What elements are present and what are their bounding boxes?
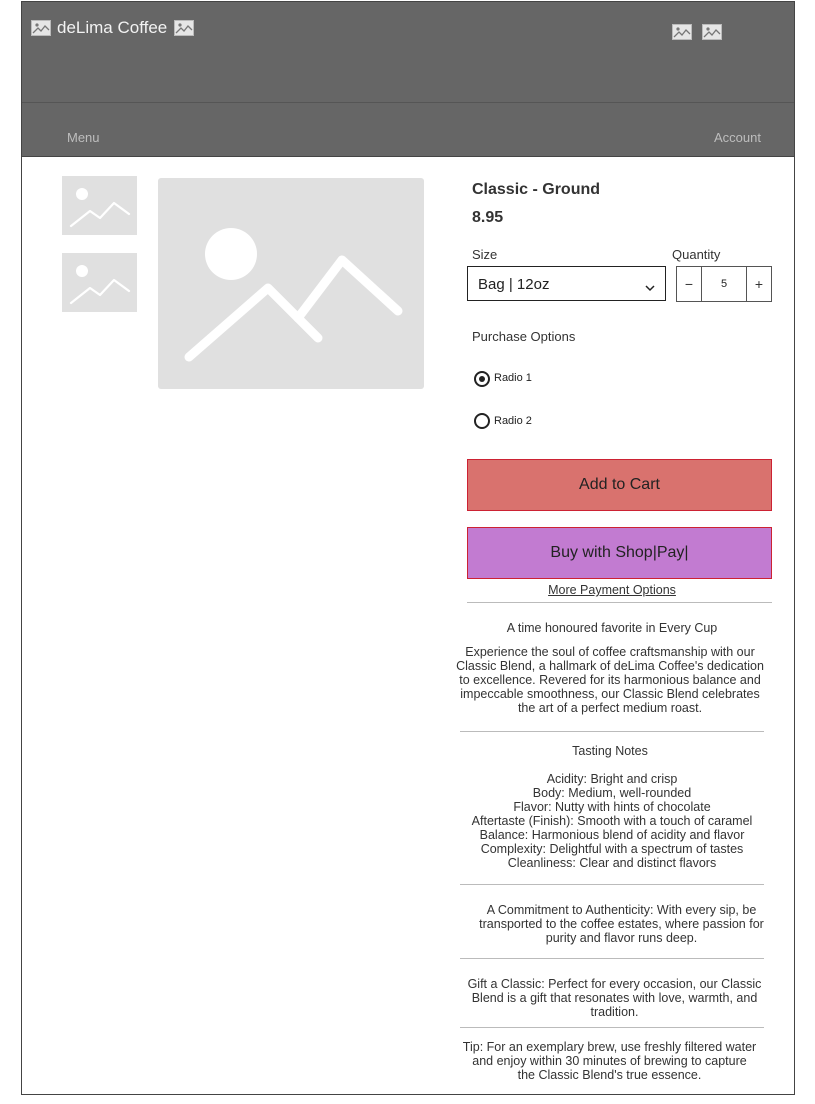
tasting-note: Flavor: Nutty with hints of chocolate	[513, 800, 711, 814]
product-thumbnail[interactable]	[62, 176, 137, 235]
shop-pay-button[interactable]: Buy with Shop|Pay|	[467, 527, 772, 579]
divider	[460, 731, 764, 732]
image-placeholder-icon[interactable]	[672, 24, 692, 40]
tasting-notes-list: Acidity: Bright and crisp Body: Medium, …	[452, 772, 772, 870]
radio-option-2[interactable]	[474, 413, 490, 429]
image-placeholder-icon	[174, 20, 194, 36]
quantity-stepper[interactable]: − 5 +	[676, 266, 772, 302]
radio-option-2-label[interactable]: Radio 2	[494, 415, 532, 427]
divider	[460, 884, 764, 885]
tasting-notes-title: Tasting Notes	[572, 744, 648, 758]
tasting-note: Acidity: Bright and crisp	[546, 772, 678, 786]
nav-bar: Menu Account	[22, 103, 794, 157]
increment-button[interactable]: +	[746, 267, 771, 301]
size-select[interactable]: Bag | 12oz	[467, 266, 666, 301]
description-intro: Experience the soul of coffee craftsmans…	[456, 645, 764, 715]
decrement-button[interactable]: −	[677, 267, 702, 301]
radio-option-1-label[interactable]: Radio 1	[494, 372, 532, 384]
product-price: 8.95	[472, 209, 504, 226]
add-to-cart-button[interactable]: Add to Cart	[467, 459, 772, 511]
tasting-note: Aftertaste (Finish): Smooth with a touch…	[471, 814, 753, 828]
tip-text: Tip: For an exemplary brew, use freshly …	[462, 1040, 757, 1082]
top-header: deLima Coffee	[22, 2, 794, 103]
radio-option-1[interactable]	[474, 371, 490, 387]
description-headline: A time honoured favorite in Every Cup	[506, 621, 718, 635]
image-placeholder-icon	[31, 20, 51, 36]
product-thumbnail[interactable]	[62, 253, 137, 312]
image-placeholder-icon[interactable]	[702, 24, 722, 40]
tasting-note: Body: Medium, well-rounded	[532, 786, 692, 800]
product-main-image[interactable]	[158, 178, 424, 389]
divider	[467, 602, 772, 603]
authenticity-text: A Commitment to Authenticity: With every…	[479, 903, 764, 945]
more-payment-options-link[interactable]: More Payment Options	[467, 583, 757, 597]
page-frame: deLima Coffee Menu Account Classic - Gro…	[21, 1, 795, 1095]
quantity-label: Quantity	[672, 247, 721, 262]
tasting-note: Cleanliness: Clear and distinct flavors	[507, 856, 717, 870]
tasting-note: Balance: Harmonious blend of acidity and…	[479, 828, 745, 842]
tasting-note: Complexity: Delightful with a spectrum o…	[480, 842, 744, 856]
chevron-down-icon	[645, 279, 655, 297]
gift-text: Gift a Classic: Perfect for every occasi…	[467, 977, 762, 1019]
quantity-value[interactable]: 5	[702, 267, 746, 301]
size-label: Size	[472, 247, 498, 262]
purchase-options-label: Purchase Options	[472, 329, 576, 344]
product-title: Classic - Ground	[472, 181, 601, 198]
menu-link[interactable]: Menu	[67, 130, 100, 145]
account-link[interactable]: Account	[714, 130, 761, 145]
size-select-value: Bag | 12oz	[478, 276, 550, 293]
divider	[460, 958, 764, 959]
divider	[460, 1027, 764, 1028]
brand-name[interactable]: deLima Coffee	[57, 18, 167, 38]
